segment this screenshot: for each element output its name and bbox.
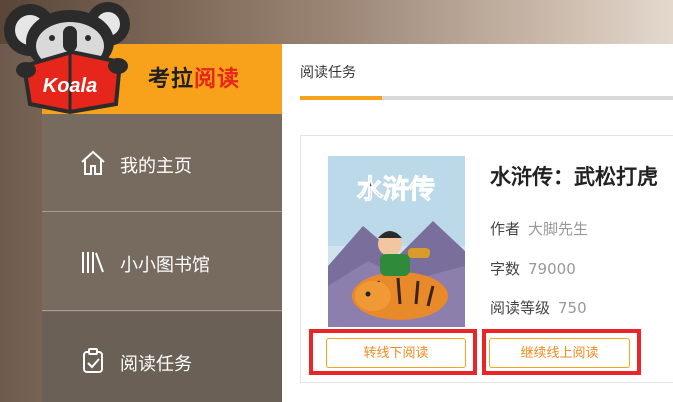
sidebar-item-home[interactable]: 我的主页 <box>42 114 282 212</box>
book-cover-image[interactable]: 水浒传 <box>328 156 465 327</box>
sidebar-item-label: 小小图书馆 <box>120 255 210 276</box>
home-icon <box>81 150 105 175</box>
book-level-row: 阅读等级 750 <box>490 297 587 318</box>
library-icon <box>82 252 104 273</box>
words-label: 字数 <box>490 260 521 278</box>
book-title: 水浒传：武松打虎 <box>490 165 658 189</box>
highlight-box-offline <box>309 329 477 375</box>
sidebar-item-label: 阅读任务 <box>120 354 192 375</box>
brand-name-part1: 考拉 <box>148 67 195 92</box>
sidebar-item-label: 我的主页 <box>120 156 192 177</box>
words-value: 79000 <box>528 260 576 278</box>
task-clipboard-icon <box>83 348 103 373</box>
book-author-row: 作者 大脚先生 <box>490 218 588 239</box>
author-label: 作者 <box>490 220 521 238</box>
book-words-row: 字数 79000 <box>490 258 576 279</box>
sidebar-item-reading-tasks[interactable]: 阅读任务 <box>42 312 282 402</box>
tab-reading-tasks[interactable]: 阅读任务 <box>300 62 356 82</box>
koala-logo[interactable]: Koala <box>0 0 150 120</box>
level-value: 750 <box>558 299 587 317</box>
sidebar-item-library[interactable]: 小小图书馆 <box>42 213 282 311</box>
highlight-box-online <box>482 329 641 375</box>
tab-underline-active <box>300 96 382 100</box>
logo-text: Koala <box>43 75 97 97</box>
brand-name-part2: 阅读 <box>194 67 241 92</box>
cover-title: 水浒传 <box>357 174 435 205</box>
level-label: 阅读等级 <box>490 299 551 317</box>
author-value: 大脚先生 <box>528 220 589 238</box>
brand-name: 考拉阅读 <box>148 61 240 93</box>
